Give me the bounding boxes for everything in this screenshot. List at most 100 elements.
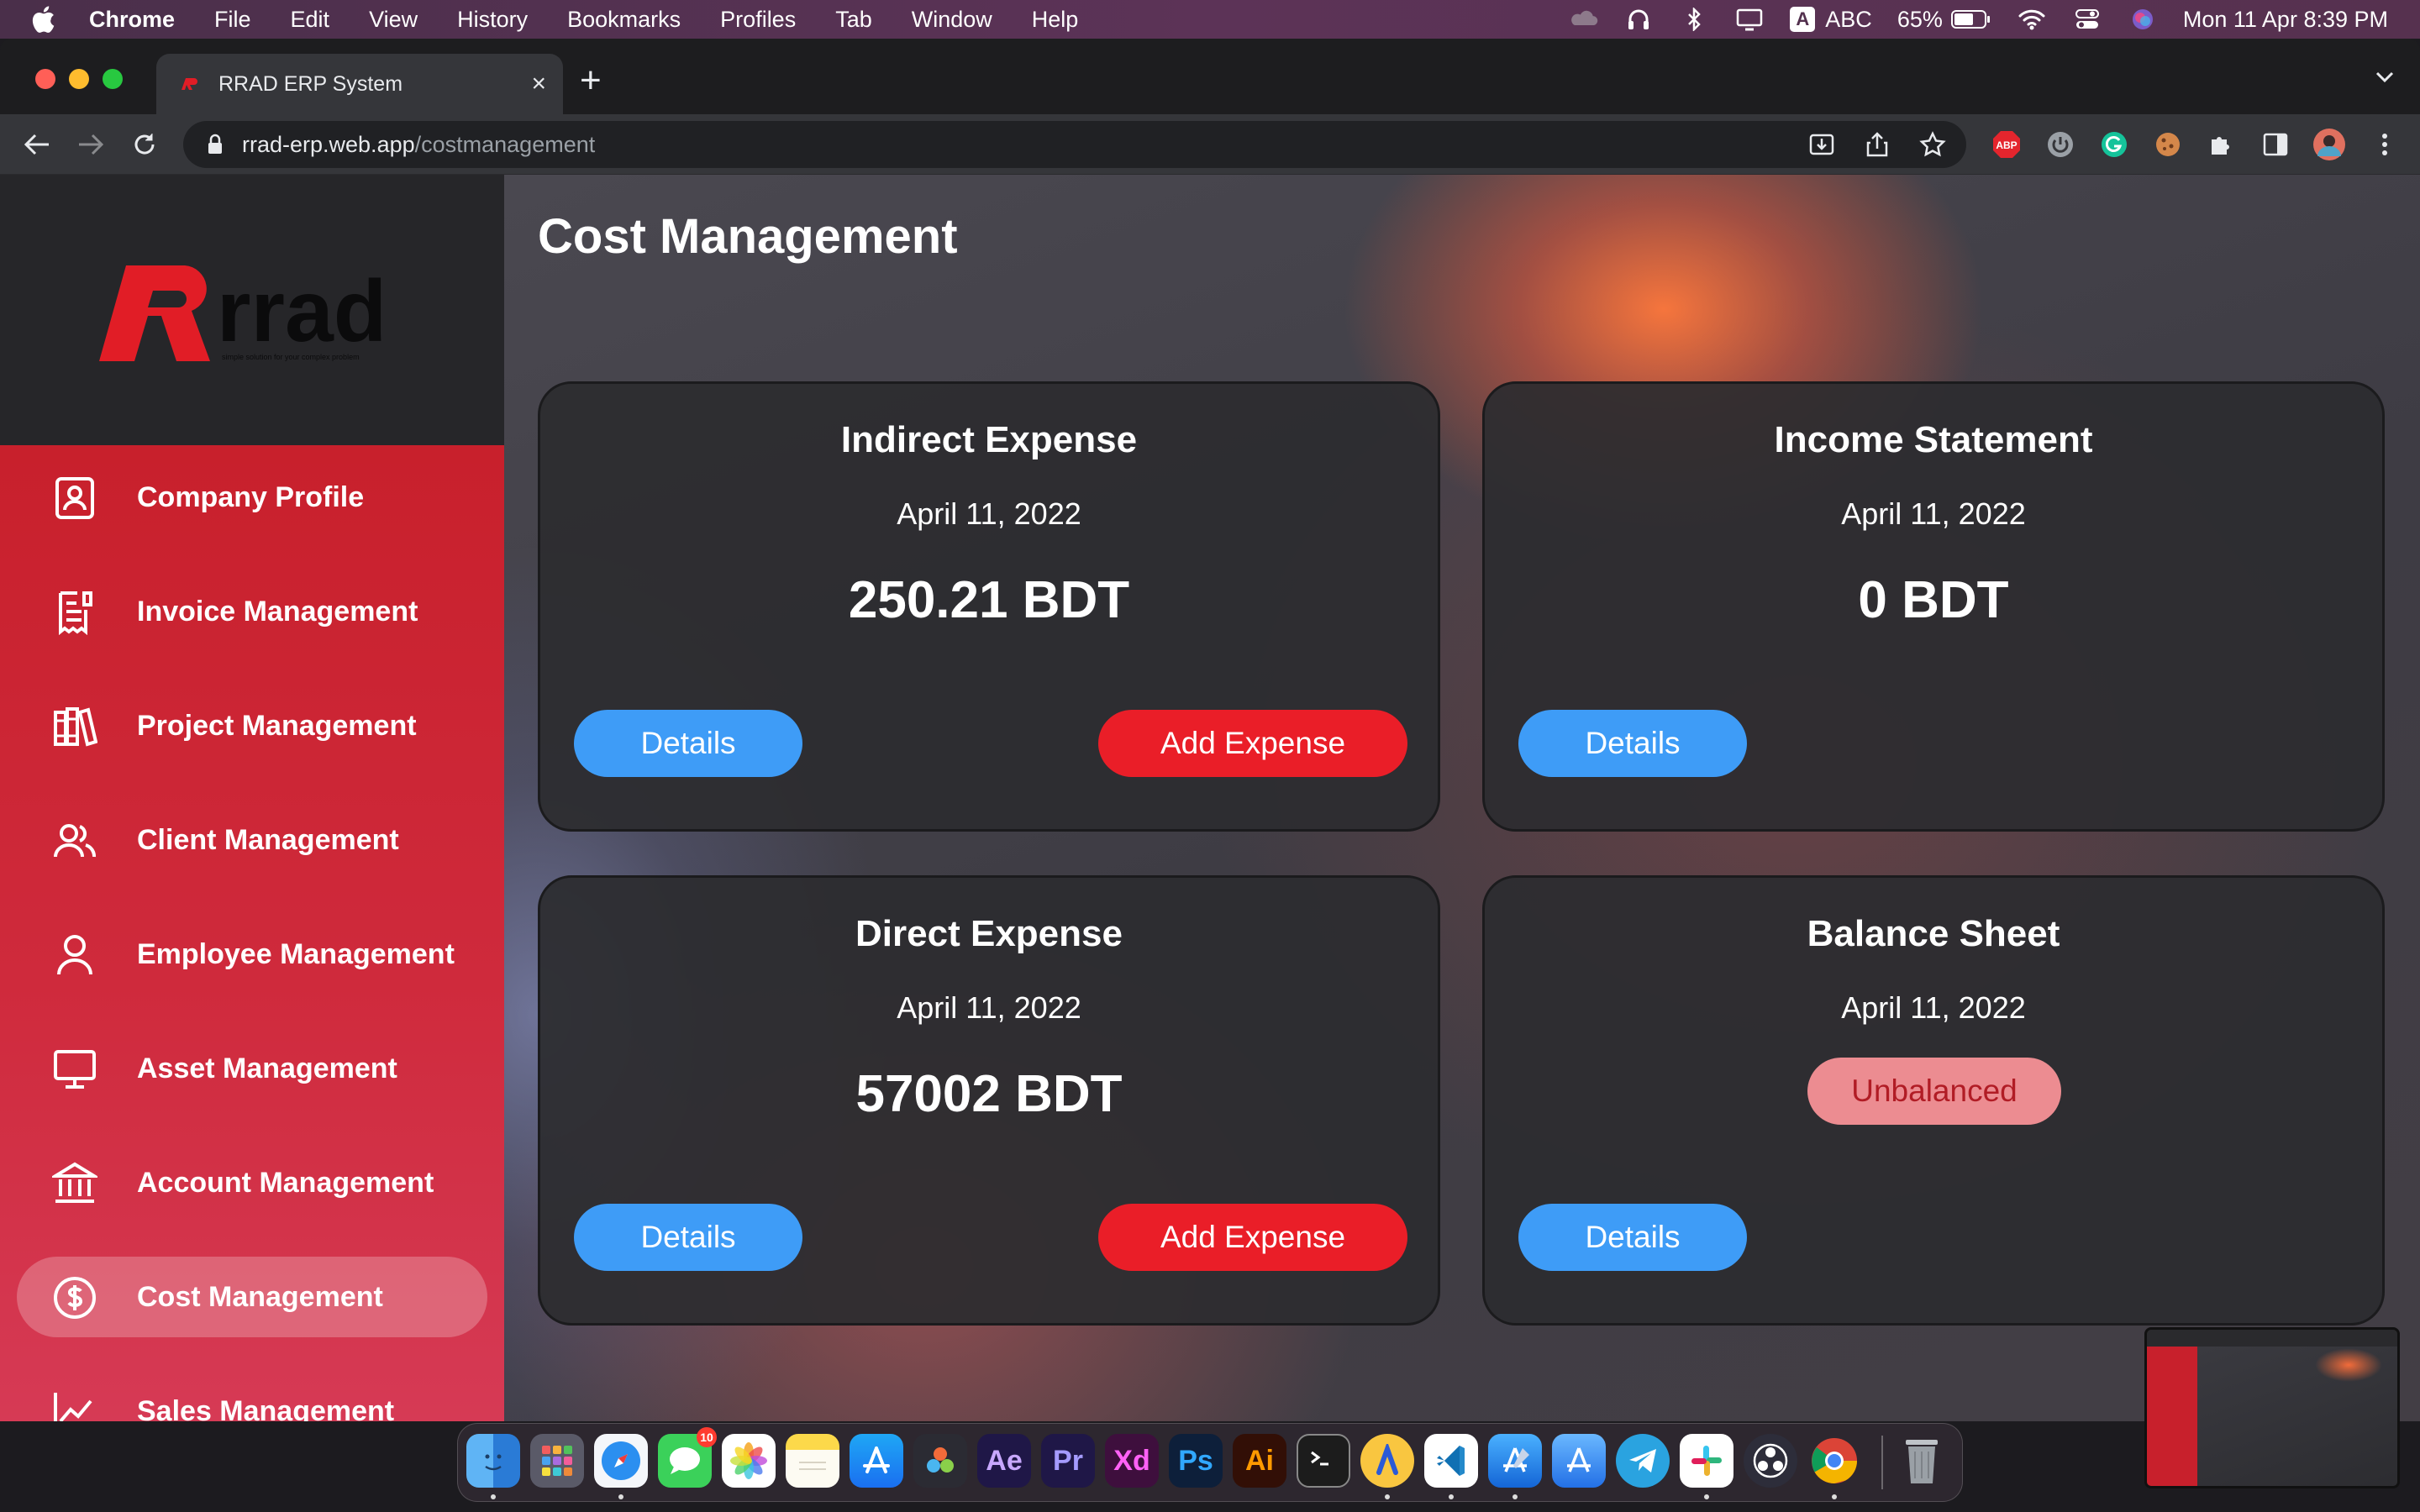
screenshot-preview-thumbnail[interactable] <box>2144 1327 2400 1488</box>
headphones-icon[interactable] <box>1623 8 1654 30</box>
arc-browser-icon[interactable] <box>1360 1434 1414 1488</box>
control-center-icon[interactable] <box>2072 8 2102 30</box>
sidebar-item-account-management[interactable]: Account Management <box>17 1142 487 1223</box>
instruments-icon[interactable] <box>1552 1434 1606 1488</box>
details-button[interactable]: Details <box>1518 1204 1747 1271</box>
thumbnail-titlebar <box>2147 1330 2397 1347</box>
chrome-menu-icon[interactable] <box>2368 128 2402 161</box>
running-indicator <box>491 1494 496 1499</box>
menu-help[interactable]: Help <box>1032 7 1079 33</box>
menubar-clock[interactable]: Mon 11 Apr 8:39 PM <box>2183 7 2388 33</box>
details-button[interactable]: Details <box>1518 710 1747 777</box>
back-arrow-icon[interactable] <box>22 129 52 160</box>
new-tab-icon[interactable]: + <box>580 62 602 99</box>
notes-icon[interactable] <box>786 1434 839 1488</box>
grammarly-icon[interactable] <box>2097 128 2131 161</box>
browser-window: RRAD ERP System × + rrad-erp.web.app/cos… <box>0 39 2420 1421</box>
menu-bookmarks[interactable]: Bookmarks <box>567 7 681 33</box>
menu-app-name[interactable]: Chrome <box>89 7 175 33</box>
launchpad-icon[interactable] <box>530 1434 584 1488</box>
sidebar-item-label: Client Management <box>137 823 399 856</box>
after-effects-icon[interactable]: Ae <box>977 1434 1031 1488</box>
dock-separator <box>1881 1436 1883 1489</box>
vscode-icon[interactable] <box>1424 1434 1478 1488</box>
input-a-icon: A <box>1790 7 1816 32</box>
rrad-favicon-icon <box>182 78 197 90</box>
battery-status[interactable]: 65% <box>1897 7 1991 33</box>
menu-tab[interactable]: Tab <box>835 7 872 33</box>
tab-close-icon[interactable]: × <box>531 71 546 97</box>
add-expense-button[interactable]: Add Expense <box>1098 1204 1407 1271</box>
sidebar-item-employee-management[interactable]: Employee Management <box>17 914 487 995</box>
apple-icon[interactable] <box>32 5 57 34</box>
forward-arrow-icon[interactable] <box>76 129 106 160</box>
chrome-icon[interactable] <box>1807 1434 1861 1488</box>
details-button[interactable]: Details <box>574 710 802 777</box>
obs-icon[interactable] <box>1744 1434 1797 1488</box>
rrad-logo: rrad simple solution for your complex pr… <box>99 263 387 361</box>
sidebar-item-sales-management[interactable]: Sales Management <box>17 1371 487 1421</box>
running-indicator <box>1704 1494 1709 1499</box>
tab-search-chevron-icon[interactable] <box>2375 71 2395 88</box>
logo-tagline: simple solution for your complex problem <box>222 353 360 361</box>
bookmark-star-icon[interactable] <box>1919 131 1946 158</box>
minimize-window-button[interactable] <box>69 69 89 89</box>
terminal-icon[interactable] <box>1297 1434 1350 1488</box>
side-panel-icon[interactable] <box>2259 128 2292 161</box>
share-icon[interactable] <box>1865 131 1889 158</box>
safari-icon[interactable] <box>594 1434 648 1488</box>
maximize-window-button[interactable] <box>103 69 123 89</box>
sidebar-item-asset-management[interactable]: Asset Management <box>17 1028 487 1109</box>
slack-icon[interactable] <box>1680 1434 1733 1488</box>
trash-icon[interactable] <box>1895 1434 1949 1488</box>
wifi-icon[interactable] <box>2017 8 2047 30</box>
app-store-icon[interactable] <box>850 1434 903 1488</box>
messages-icon[interactable]: 10 <box>658 1427 717 1488</box>
lock-icon[interactable] <box>207 134 224 155</box>
adblock-plus-icon[interactable]: ABP <box>1990 128 2023 161</box>
xcode-icon[interactable] <box>1488 1434 1542 1488</box>
address-bar[interactable]: rrad-erp.web.app/costmanagement <box>183 121 1966 168</box>
bluetooth-icon[interactable] <box>1679 8 1709 31</box>
sidebar-item-project-management[interactable]: Project Management <box>17 685 487 766</box>
card-amount: 250.21 BDT <box>848 571 1130 629</box>
card-amount: 57002 BDT <box>855 1065 1123 1123</box>
menu-history[interactable]: History <box>457 7 528 33</box>
details-button[interactable]: Details <box>574 1204 802 1271</box>
premiere-pro-icon[interactable]: Pr <box>1041 1434 1095 1488</box>
menu-edit[interactable]: Edit <box>291 7 330 33</box>
sidebar-item-company-profile[interactable]: Company Profile <box>17 457 487 538</box>
davinci-resolve-icon[interactable] <box>913 1434 967 1488</box>
menu-profiles[interactable]: Profiles <box>720 7 796 33</box>
card-date: April 11, 2022 <box>1841 990 2026 1025</box>
extensions-puzzle-icon[interactable] <box>2205 128 2238 161</box>
sidebar-item-client-management[interactable]: Client Management <box>17 800 487 880</box>
menu-window[interactable]: Window <box>912 7 992 33</box>
finder-icon[interactable] <box>466 1434 520 1488</box>
menu-view[interactable]: View <box>369 7 418 33</box>
illustrator-icon[interactable]: Ai <box>1233 1434 1286 1488</box>
sidebar-item-label: Invoice Management <box>137 595 418 627</box>
telegram-icon[interactable] <box>1616 1434 1670 1488</box>
balance-sheet-card: Balance Sheet April 11, 2022 Unbalanced … <box>1482 875 2385 1326</box>
cloud-icon[interactable] <box>1568 8 1598 30</box>
reload-icon[interactable] <box>129 129 160 160</box>
sidebar-item-cost-management[interactable]: Cost Management <box>17 1257 487 1337</box>
input-source[interactable]: A ABC <box>1790 7 1872 33</box>
tab-title: RRAD ERP System <box>218 71 403 96</box>
install-app-icon[interactable] <box>1808 131 1835 158</box>
sidebar-item-invoice-management[interactable]: Invoice Management <box>17 571 487 652</box>
display-icon[interactable] <box>1734 8 1765 31</box>
running-indicator <box>1385 1494 1390 1499</box>
browser-tab-active[interactable]: RRAD ERP System × <box>156 54 563 114</box>
profile-avatar[interactable] <box>2312 128 2346 161</box>
close-window-button[interactable] <box>35 69 55 89</box>
menu-file[interactable]: File <box>214 7 251 33</box>
siri-icon[interactable] <box>2128 8 2158 30</box>
photos-icon[interactable] <box>722 1434 776 1488</box>
add-expense-button[interactable]: Add Expense <box>1098 710 1407 777</box>
photoshop-icon[interactable]: Ps <box>1169 1434 1223 1488</box>
power-extension-icon[interactable] <box>2044 128 2077 161</box>
cookie-extension-icon[interactable] <box>2151 128 2185 161</box>
adobe-xd-icon[interactable]: Xd <box>1105 1434 1159 1488</box>
